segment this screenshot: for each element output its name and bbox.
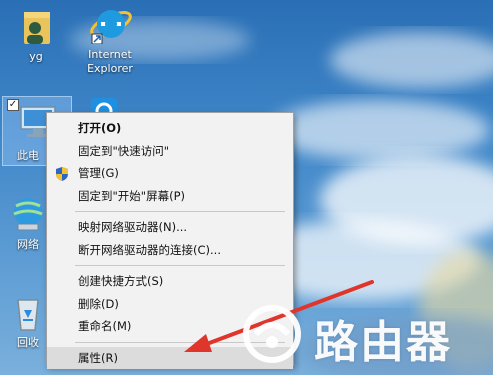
desktop-icon-label: 网络 bbox=[17, 238, 39, 251]
network-icon bbox=[13, 198, 43, 231]
desktop-icon-label: 回收 bbox=[17, 336, 39, 349]
menu-item-pin-start[interactable]: 固定到"开始"屏幕(P) bbox=[47, 185, 293, 208]
menu-item-map-network-drive[interactable]: 映射网络驱动器(N)... bbox=[47, 216, 293, 239]
watermark-logo-icon bbox=[243, 305, 301, 363]
desktop-icon-user-folder[interactable]: yg bbox=[4, 8, 68, 64]
watermark-text: 路由器 bbox=[314, 317, 452, 368]
menu-item-disconnect-network-drive[interactable]: 断开网络驱动器的连接(C)... bbox=[47, 239, 293, 262]
menu-separator bbox=[75, 265, 285, 266]
menu-item-label: 断开网络驱动器的连接(C)... bbox=[78, 242, 221, 257]
menu-item-label: 映射网络驱动器(N)... bbox=[78, 220, 188, 234]
menu-item-label: 创建快捷方式(S) bbox=[78, 274, 164, 288]
menu-item-label: 管理(G) bbox=[78, 166, 119, 180]
menu-item-open[interactable]: 打开(O) bbox=[47, 117, 293, 140]
desktop-icon-label: 此电 bbox=[17, 149, 39, 162]
watermark: 路由器 bbox=[240, 300, 480, 370]
menu-item-manage[interactable]: 管理(G) bbox=[47, 162, 293, 185]
desktop-icon-network[interactable]: 网络 bbox=[4, 196, 52, 252]
selection-checkbox[interactable]: ✓ bbox=[7, 99, 19, 111]
menu-item-label: 固定到"快速访问" bbox=[78, 143, 170, 158]
menu-item-label: 重命名(M) bbox=[78, 319, 132, 333]
desktop-icon-internet-explorer[interactable]: Internet Explorer bbox=[77, 2, 143, 76]
internet-explorer-icon bbox=[90, 10, 132, 44]
menu-item-label: 打开(O) bbox=[78, 121, 122, 135]
recycle-bin-icon bbox=[17, 299, 39, 331]
menu-item-label: 删除(D) bbox=[78, 296, 119, 311]
menu-item-label: 属性(R) bbox=[78, 350, 118, 365]
menu-item-create-shortcut[interactable]: 创建快捷方式(S) bbox=[47, 270, 293, 293]
user-folder-icon bbox=[24, 12, 50, 44]
desktop-icon-label: Internet Explorer bbox=[87, 48, 133, 75]
desktop-icon-label: yg bbox=[29, 50, 43, 63]
menu-item-label: 固定到"开始"屏幕(P) bbox=[78, 188, 185, 203]
menu-item-pin-quick-access[interactable]: 固定到"快速访问" bbox=[47, 140, 293, 163]
shield-icon bbox=[56, 167, 68, 181]
menu-separator bbox=[75, 211, 285, 212]
desktop-icon-recycle-bin[interactable]: 回收 bbox=[4, 294, 52, 350]
